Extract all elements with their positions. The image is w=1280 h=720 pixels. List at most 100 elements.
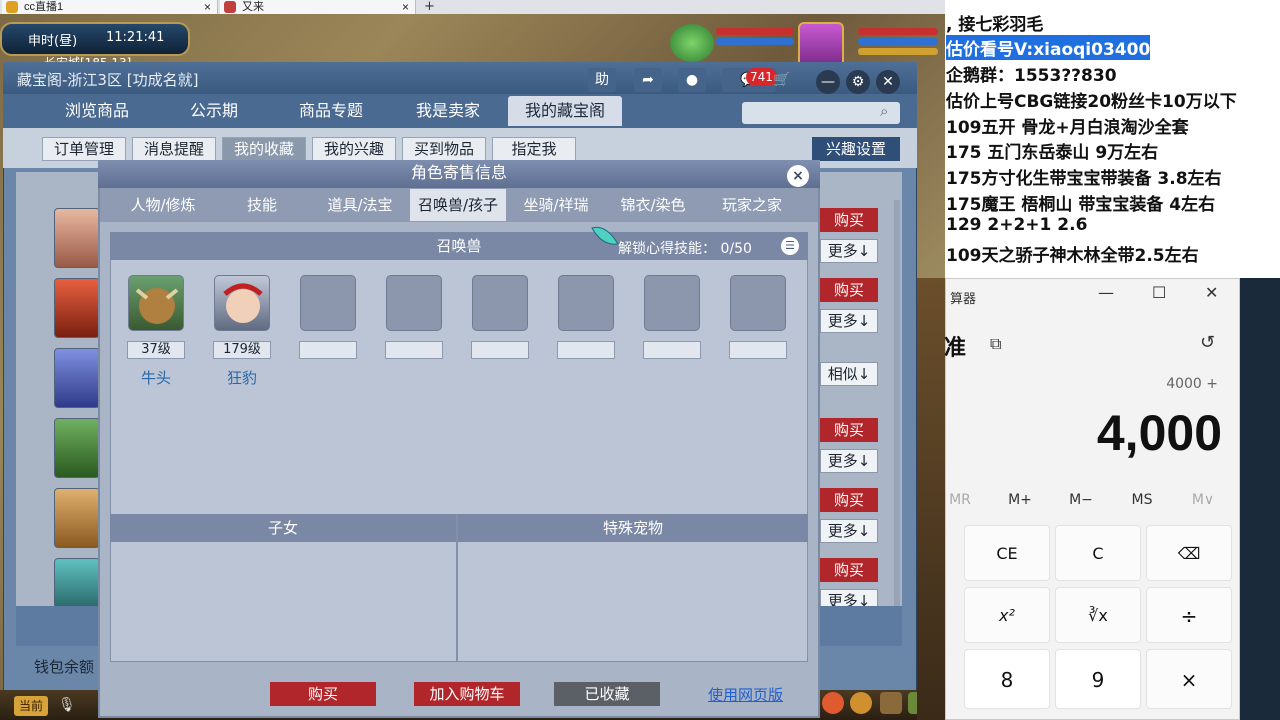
- add-to-cart-button[interactable]: 加入购物车: [414, 682, 520, 706]
- character-avatar-icon[interactable]: [54, 278, 100, 338]
- dialog-close-icon[interactable]: ×: [787, 165, 809, 187]
- clear-entry-button[interactable]: CE: [964, 525, 1050, 581]
- digit-9-button[interactable]: 9: [1055, 649, 1141, 709]
- pet-slot[interactable]: [128, 275, 184, 331]
- sub-favorites[interactable]: 我的收藏: [222, 137, 306, 161]
- nav-seller[interactable]: 我是卖家: [390, 96, 506, 126]
- pet-slot[interactable]: [214, 275, 270, 331]
- browser-tab-game[interactable]: 又来 ×: [220, 0, 416, 14]
- more-button[interactable]: 更多↓: [820, 239, 878, 263]
- square-button[interactable]: x²: [964, 587, 1050, 643]
- browser-tab-title: 又来: [242, 1, 264, 13]
- web-version-link[interactable]: 使用网页版: [708, 684, 783, 705]
- nav-browse[interactable]: 浏览商品: [38, 96, 156, 126]
- keep-on-top-icon[interactable]: ⧉: [990, 334, 1001, 354]
- pet-level-empty: [385, 341, 443, 359]
- more-button[interactable]: 更多↓: [820, 449, 878, 473]
- backspace-button[interactable]: ⌫: [1146, 525, 1232, 581]
- buy-button[interactable]: 购买: [820, 488, 878, 512]
- favorited-button[interactable]: 已收藏: [554, 682, 660, 706]
- dialog-buy-button[interactable]: 购买: [270, 682, 376, 706]
- nav-public[interactable]: 公示期: [156, 96, 272, 126]
- sub-assigned[interactable]: 指定我: [492, 137, 576, 161]
- close-tab-icon[interactable]: ×: [204, 0, 211, 14]
- share-icon[interactable]: ➦: [634, 68, 662, 92]
- buy-button[interactable]: 购买: [820, 208, 878, 232]
- mem-list-button[interactable]: M∨: [1178, 492, 1228, 508]
- leaf-icon: [590, 224, 620, 248]
- microphone-icon[interactable]: 🎙: [58, 697, 76, 713]
- more-button[interactable]: 更多↓: [820, 519, 878, 543]
- game-menu-icon[interactable]: [822, 692, 844, 714]
- digit-8-button[interactable]: 8: [964, 649, 1050, 709]
- calc-minimize-icon[interactable]: —: [1098, 283, 1114, 302]
- tab-skills[interactable]: 技能: [212, 189, 312, 221]
- pet-name[interactable]: 狂豹: [212, 367, 272, 388]
- buy-button[interactable]: 购买: [820, 558, 878, 582]
- interest-settings-button[interactable]: 兴趣设置: [812, 137, 900, 161]
- tab-items[interactable]: 道具/法宝: [312, 189, 408, 221]
- pet-slot-empty[interactable]: [386, 275, 442, 331]
- pet-slot-empty[interactable]: [644, 275, 700, 331]
- character-avatar-icon[interactable]: [54, 488, 100, 548]
- sub-interests[interactable]: 我的兴趣: [312, 137, 396, 161]
- new-tab-icon[interactable]: +: [424, 0, 440, 14]
- pet-level: 37级: [127, 341, 185, 359]
- help-button[interactable]: 助: [588, 68, 616, 92]
- browser-tab-live[interactable]: cc直播1 ×: [2, 0, 218, 14]
- sub-bought[interactable]: 买到物品: [402, 137, 486, 161]
- calc-close-icon[interactable]: ✕: [1205, 283, 1218, 302]
- tab-character[interactable]: 人物/修炼: [114, 189, 212, 221]
- pet-avatar-icon[interactable]: [670, 24, 714, 62]
- mem-recall-button[interactable]: MR: [935, 492, 985, 508]
- multiply-button[interactable]: ×: [1146, 649, 1232, 709]
- children-header: 子女: [110, 514, 456, 542]
- record-icon[interactable]: ●: [678, 68, 706, 92]
- search-icon[interactable]: ⌕: [880, 102, 888, 120]
- sub-messages[interactable]: 消息提醒: [132, 137, 216, 161]
- divide-button[interactable]: ÷: [1146, 587, 1232, 643]
- close-tab-icon[interactable]: ×: [402, 0, 409, 14]
- tab-home[interactable]: 玩家之家: [702, 189, 802, 221]
- pet-name[interactable]: 牛头: [126, 367, 186, 388]
- tab-mounts[interactable]: 坐骑/祥瑞: [508, 189, 604, 221]
- list-menu-icon[interactable]: ☰: [781, 237, 799, 255]
- buy-button[interactable]: 购买: [820, 278, 878, 302]
- more-button[interactable]: 更多↓: [820, 309, 878, 333]
- buy-button[interactable]: 购买: [820, 418, 878, 442]
- calculator-title: 算器: [950, 292, 977, 307]
- cube-root-button[interactable]: ∛x: [1055, 587, 1141, 643]
- character-avatar-icon[interactable]: [54, 348, 100, 408]
- pet-mp-bar: [716, 38, 794, 45]
- pet-slot-empty[interactable]: [730, 275, 786, 331]
- game-menu-icon[interactable]: [850, 692, 872, 714]
- sub-orders[interactable]: 订单管理: [42, 137, 126, 161]
- search-input[interactable]: [742, 102, 900, 124]
- character-avatar-icon[interactable]: [54, 208, 100, 268]
- minimize-icon[interactable]: —: [816, 70, 840, 94]
- tab-summons[interactable]: 召唤兽/孩子: [410, 189, 506, 221]
- nav-my-cbg[interactable]: 我的藏宝阁: [508, 96, 622, 126]
- note-line: 109天之骄子神木林全带2.5左右: [946, 246, 1199, 266]
- mem-subtract-button[interactable]: M−: [1056, 492, 1106, 508]
- nav-topics[interactable]: 商品专题: [272, 96, 390, 126]
- game-avatar-icon: [224, 1, 236, 13]
- pet-slot-empty[interactable]: [558, 275, 614, 331]
- close-window-icon[interactable]: ✕: [876, 70, 900, 94]
- pet-level-empty: [729, 341, 787, 359]
- similar-button[interactable]: 相似↓: [820, 362, 878, 386]
- tab-outfits[interactable]: 锦衣/染色: [604, 189, 702, 221]
- character-avatar-icon[interactable]: [54, 418, 100, 478]
- clear-button[interactable]: C: [1055, 525, 1141, 581]
- settings-gear-icon[interactable]: ⚙: [846, 70, 870, 94]
- pet-slot-empty[interactable]: [300, 275, 356, 331]
- calc-maximize-icon[interactable]: ☐: [1152, 283, 1166, 302]
- mem-add-button[interactable]: M+: [995, 492, 1045, 508]
- pet-slot-empty[interactable]: [472, 275, 528, 331]
- list-scrollbar[interactable]: [894, 200, 900, 620]
- mem-store-button[interactable]: MS: [1117, 492, 1167, 508]
- current-channel-button[interactable]: 当前: [14, 696, 48, 716]
- game-menu-icon[interactable]: [880, 692, 902, 714]
- history-icon[interactable]: ↺: [1200, 332, 1215, 353]
- cart-icon[interactable]: 🛒: [768, 68, 796, 92]
